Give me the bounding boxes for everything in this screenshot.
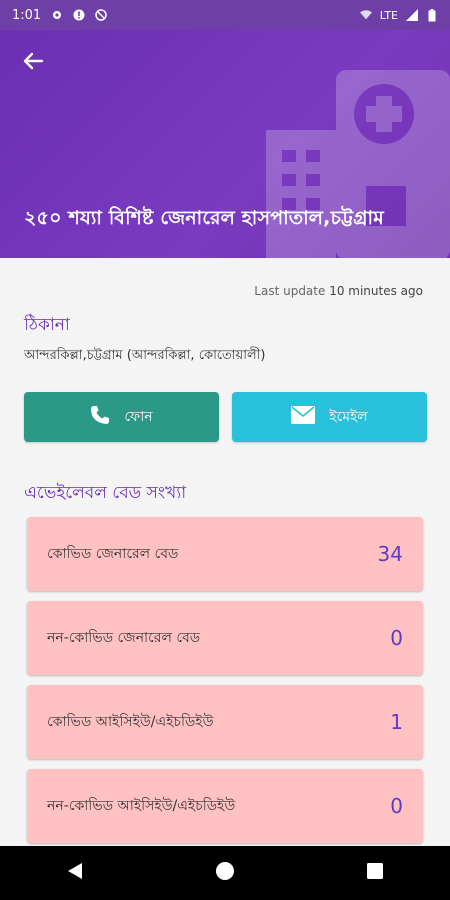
bed-label: নন-কোভিড জেনারেল বেড <box>47 630 201 646</box>
back-button[interactable] <box>18 48 48 78</box>
bed-count: 1 <box>390 710 403 734</box>
nav-back-button[interactable] <box>55 853 95 893</box>
available-beds-heading: এভেইলেবল বেড সংখ্যা <box>24 483 187 503</box>
nav-home-button[interactable] <box>205 853 245 893</box>
last-update-value: 10 minutes ago <box>329 284 423 298</box>
envelope-icon <box>291 406 316 428</box>
address-heading: ঠিকানা <box>24 315 70 335</box>
hospital-header: ২৫০ শয্যা বিশিষ্ট জেনারেল হাসপাতাল,চট্টগ… <box>0 30 450 258</box>
last-update-prefix: Last update <box>254 284 326 298</box>
last-update: Last update 10 minutes ago <box>254 284 423 298</box>
back-triangle-icon <box>67 862 83 884</box>
hospital-details: Last update 10 minutes ago ঠিকানা আন্দরক… <box>0 258 450 846</box>
nav-recents-button[interactable] <box>355 853 395 893</box>
bed-count: 0 <box>390 794 403 818</box>
bed-label: নন-কোভিড আইসিইউ/এইচডিইউ <box>47 798 236 814</box>
bed-count: 0 <box>390 626 403 650</box>
signal-icon <box>406 9 418 21</box>
home-circle-icon <box>215 861 235 885</box>
bed-card[interactable]: কোভিড জেনারেল বেড 34 <box>27 517 423 591</box>
phone-icon <box>90 405 110 429</box>
network-type: LTE <box>379 8 398 22</box>
status-bar: 1:01 LTE <box>0 0 450 30</box>
address-text: আন্দরকিল্লা,চট্টগ্রাম (আন্দরকিল্লা, কোতো… <box>24 348 266 363</box>
navigation-bar <box>0 846 450 900</box>
gear-icon <box>51 9 63 21</box>
bed-card[interactable]: নন-কোভিড আইসিইউ/এইচডিইউ 0 <box>27 769 423 843</box>
alert-icon <box>73 9 85 21</box>
bed-card[interactable]: কোভিড আইসিইউ/এইচডিইউ 1 <box>27 685 423 759</box>
email-button[interactable]: ইমেইল <box>232 392 427 442</box>
wifi-icon <box>359 9 372 21</box>
recents-square-icon <box>367 863 383 883</box>
status-time: 1:01 <box>12 7 42 23</box>
phone-button[interactable]: ফোন <box>24 392 219 442</box>
bed-label: কোভিড জেনারেল বেড <box>47 546 179 562</box>
hospital-name: ২৫০ শয্যা বিশিষ্ট জেনারেল হাসপাতাল,চট্টগ… <box>24 207 384 229</box>
data-saver-icon <box>95 9 107 21</box>
battery-icon <box>426 8 438 21</box>
bed-card[interactable]: নন-কোভিড জেনারেল বেড 0 <box>27 601 423 675</box>
arrow-left-icon <box>22 50 44 76</box>
phone-label: ফোন <box>124 409 153 425</box>
email-label: ইমেইল <box>329 409 368 425</box>
bed-count: 34 <box>377 542 403 566</box>
bed-label: কোভিড আইসিইউ/এইচডিইউ <box>47 714 214 730</box>
